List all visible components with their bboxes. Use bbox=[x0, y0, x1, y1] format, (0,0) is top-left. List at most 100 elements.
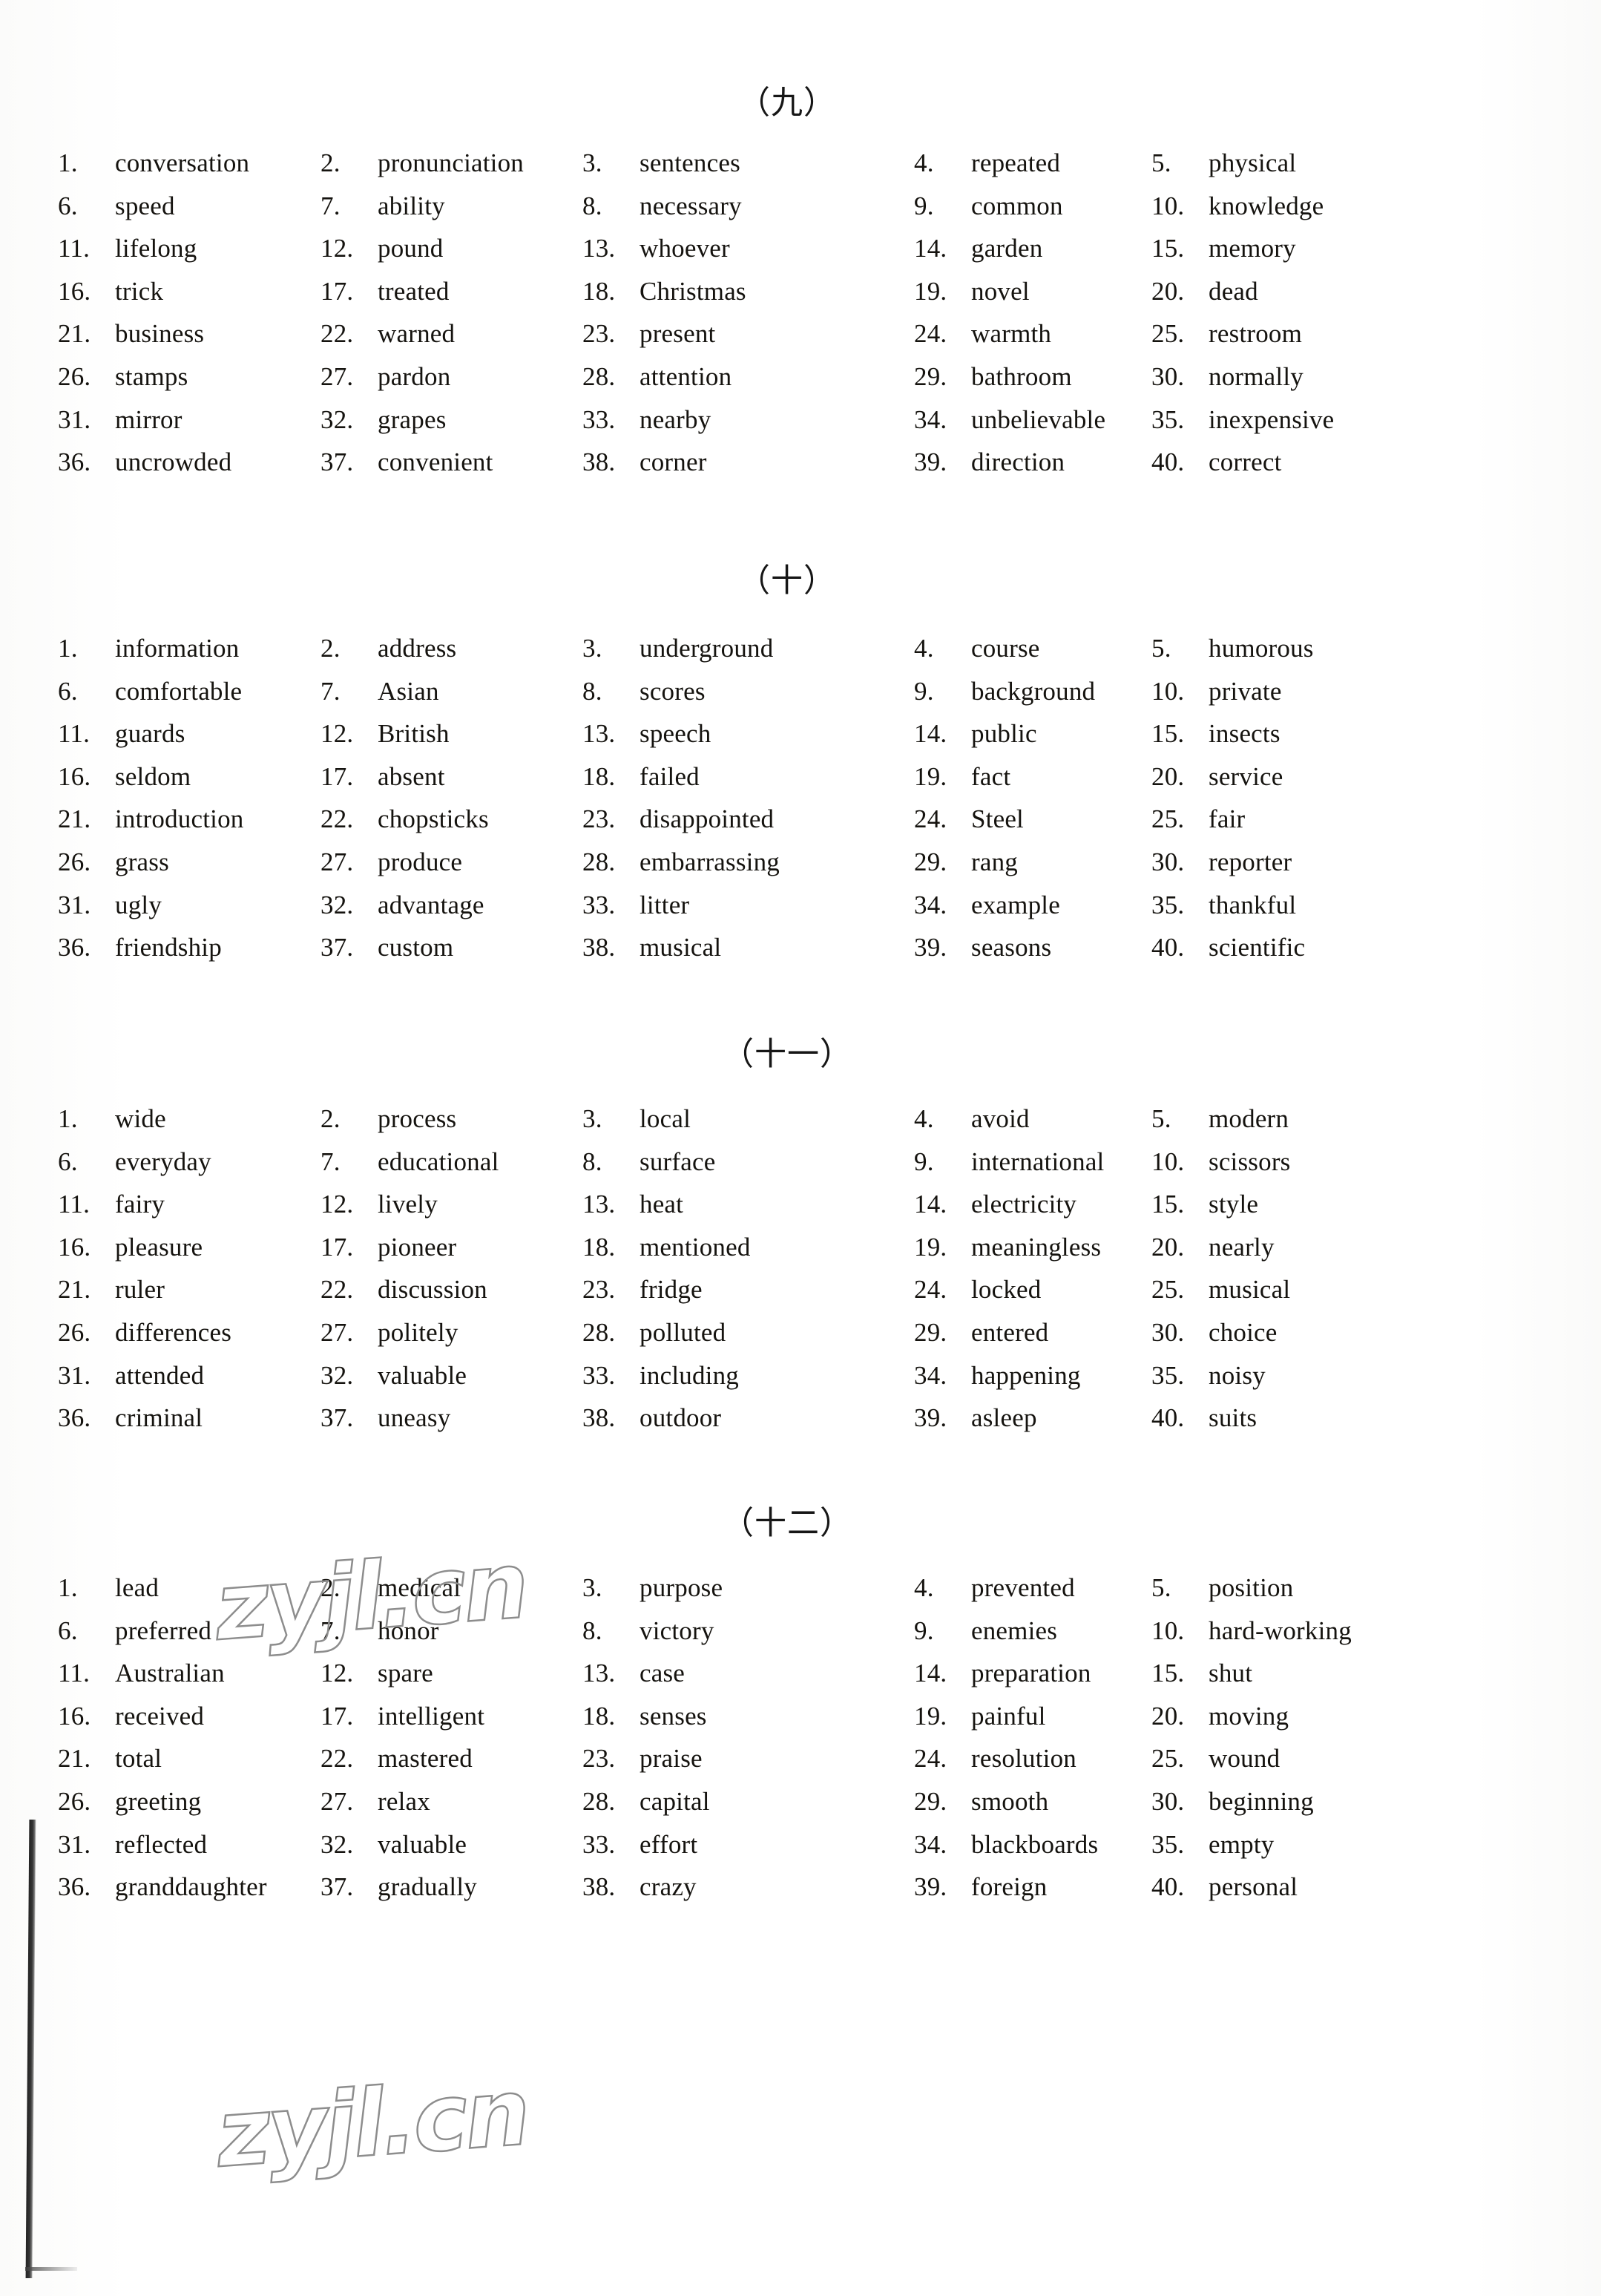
word-entry-text: unbelievable bbox=[971, 404, 1106, 434]
word-entry-number: 19. bbox=[914, 761, 947, 791]
word-entry-text: choice bbox=[1209, 1317, 1278, 1347]
word-entry: 9. background bbox=[914, 670, 1095, 713]
word-entry: 17. absent bbox=[320, 755, 445, 798]
word-entry: 14. garden bbox=[914, 227, 1042, 270]
word-entry-number: 28. bbox=[582, 847, 616, 876]
word-entry-number: 4. bbox=[914, 634, 934, 663]
word-entry: 17. intelligent bbox=[320, 1695, 484, 1738]
word-entry-text: ugly bbox=[115, 890, 162, 919]
word-entry: 24. Steel bbox=[914, 798, 1024, 841]
word-entry: 8. victory bbox=[582, 1610, 714, 1653]
word-entry-text: locked bbox=[971, 1275, 1042, 1305]
word-entry: 15. memory bbox=[1151, 227, 1296, 270]
word-entry-number: 17. bbox=[320, 276, 354, 306]
word-entry-number: 26. bbox=[58, 847, 91, 876]
word-entry: 5. humorous bbox=[1151, 627, 1314, 670]
word-entry: 7. ability bbox=[320, 185, 445, 228]
word-entry-text: rang bbox=[971, 847, 1018, 876]
word-entry-number: 35. bbox=[1151, 1829, 1185, 1859]
word-entry: 34. example bbox=[914, 884, 1060, 927]
word-entry-text: sentences bbox=[640, 148, 740, 177]
word-row: 1. lead 2. medical 3. purpose 4. prevented 5. pos… bbox=[0, 1567, 1601, 1610]
word-entry-text: restroom bbox=[1209, 319, 1303, 349]
word-entry-text: service bbox=[1209, 761, 1283, 791]
word-entry: 18. Christmas bbox=[582, 270, 746, 313]
word-entry: 27. politely bbox=[320, 1311, 458, 1354]
word-entry: 13. heat bbox=[582, 1183, 683, 1226]
word-entry-number: 12. bbox=[320, 1190, 354, 1219]
word-entry: 20. service bbox=[1151, 755, 1283, 798]
word-entry-text: uncrowded bbox=[115, 447, 232, 477]
word-entry: 17. treated bbox=[320, 270, 450, 313]
word-entry-text: crazy bbox=[640, 1872, 697, 1902]
word-entry-text: convenient bbox=[378, 447, 493, 477]
word-row: 16. seldom 17. absent 18. failed 19. fact 20. ser… bbox=[0, 755, 1601, 798]
word-entry: 22. warned bbox=[320, 312, 455, 355]
word-entry-text: local bbox=[640, 1104, 691, 1133]
word-row: 36. granddaughter 37. gradually 38. crazy 39. f… bbox=[0, 1866, 1601, 1909]
word-entry-number: 14. bbox=[914, 1190, 947, 1219]
word-entry-number: 13. bbox=[582, 1659, 616, 1688]
word-entry-number: 16. bbox=[58, 1232, 91, 1262]
word-entry: 25. wound bbox=[1151, 1737, 1280, 1780]
word-entry-text: total bbox=[115, 1744, 162, 1774]
word-entry-number: 19. bbox=[914, 1232, 947, 1262]
word-row: 31. attended 32. valuable 33. including 34. hap… bbox=[0, 1354, 1601, 1397]
word-entry: 7. Asian bbox=[320, 670, 439, 713]
word-entry-text: scientific bbox=[1209, 933, 1306, 962]
word-entry: 36. criminal bbox=[58, 1397, 203, 1440]
word-entry-text: case bbox=[640, 1659, 686, 1688]
word-entry: 16. seldom bbox=[58, 755, 191, 798]
word-entry-number: 25. bbox=[1151, 319, 1185, 349]
word-entry-number: 23. bbox=[582, 804, 616, 834]
word-entry-number: 10. bbox=[1151, 1616, 1185, 1645]
word-entry-number: 3. bbox=[582, 1104, 602, 1133]
word-entry: 6. comfortable bbox=[58, 670, 242, 713]
word-entry: 14. electricity bbox=[914, 1183, 1076, 1226]
word-entry: 35. empty bbox=[1151, 1823, 1274, 1866]
word-entry-text: smooth bbox=[971, 1786, 1049, 1816]
word-entry-number: 30. bbox=[1151, 361, 1185, 391]
word-entry-text: valuable bbox=[378, 1829, 467, 1859]
word-entry-text: nearby bbox=[640, 404, 711, 434]
word-entry-number: 40. bbox=[1151, 447, 1185, 477]
word-entry-text: effort bbox=[640, 1829, 698, 1859]
word-entry-number: 31. bbox=[58, 1829, 91, 1859]
word-entry: 28. capital bbox=[582, 1780, 710, 1823]
word-entry-number: 16. bbox=[58, 1701, 91, 1731]
word-row: 11. Australian 12. spare 13. case 14. preparati… bbox=[0, 1652, 1601, 1695]
word-entry-number: 30. bbox=[1151, 1317, 1185, 1347]
word-entry-number: 38. bbox=[582, 1872, 616, 1902]
word-entry-number: 37. bbox=[320, 1872, 354, 1902]
word-entry-number: 38. bbox=[582, 933, 616, 962]
word-entry-text: empty bbox=[1209, 1829, 1275, 1859]
word-entry: 38. crazy bbox=[582, 1866, 697, 1909]
word-entry-text: seldom bbox=[115, 761, 191, 791]
word-grid: 1. information 2. address 3. underground 4. cou… bbox=[0, 627, 1601, 969]
word-entry: 34. unbelievable bbox=[914, 398, 1105, 442]
word-entry: 24. resolution bbox=[914, 1737, 1076, 1780]
word-entry-number: 29. bbox=[914, 361, 947, 391]
word-entry: 2. address bbox=[320, 627, 456, 670]
word-entry: 8. surface bbox=[582, 1141, 715, 1184]
word-entry-number: 32. bbox=[320, 1360, 354, 1390]
word-entry-number: 23. bbox=[582, 319, 616, 349]
word-entry-text: position bbox=[1209, 1573, 1294, 1602]
word-entry-text: public bbox=[971, 719, 1037, 749]
word-entry: 31. reflected bbox=[58, 1823, 207, 1866]
word-row: 21. introduction 22. chopsticks 23. disappoin… bbox=[0, 798, 1601, 841]
word-entry: 37. convenient bbox=[320, 441, 493, 484]
word-entry-number: 23. bbox=[582, 1275, 616, 1305]
word-entry-number: 28. bbox=[582, 1317, 616, 1347]
word-entry: 30. reporter bbox=[1151, 841, 1292, 884]
word-entry-text: business bbox=[115, 319, 205, 349]
word-entry-text: course bbox=[971, 634, 1040, 663]
word-entry-number: 37. bbox=[320, 447, 354, 477]
word-entry: 33. nearby bbox=[582, 398, 711, 442]
word-entry-text: underground bbox=[640, 634, 774, 663]
word-entry: 32. valuable bbox=[320, 1354, 467, 1397]
word-entry-number: 27. bbox=[320, 361, 354, 391]
word-row: 21. business 22. warned 23. present 24. warmth 2… bbox=[0, 312, 1601, 355]
word-entry: 3. underground bbox=[582, 627, 773, 670]
word-entry-text: beginning bbox=[1209, 1786, 1314, 1816]
